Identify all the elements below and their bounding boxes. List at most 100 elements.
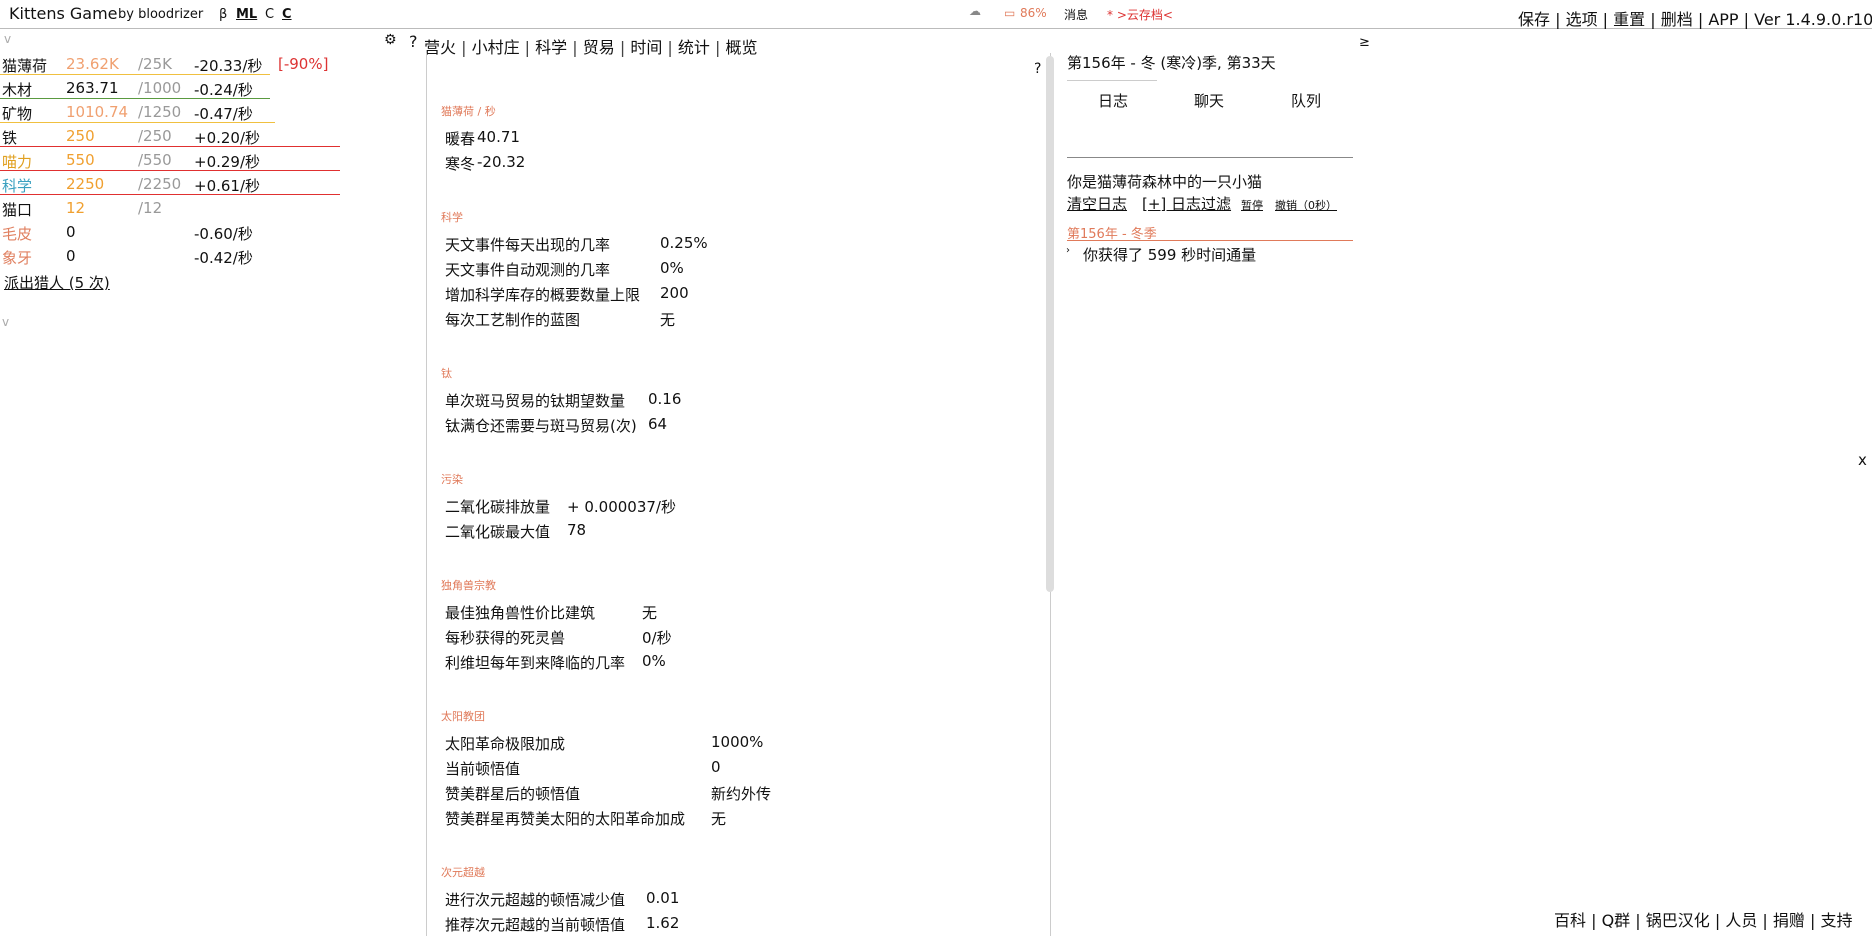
- beta-link[interactable]: β: [219, 7, 227, 22]
- clear-log-link[interactable]: 清空日志: [1067, 193, 1127, 214]
- donate-link[interactable]: 捐赠: [1773, 911, 1805, 930]
- stats-row-value: 64: [648, 415, 668, 433]
- stats-row-label: 赞美群星再赞美太阳的太阳革命加成: [445, 810, 686, 828]
- stats-row-value: + 0.000037/秒: [567, 498, 676, 516]
- ml-link[interactable]: ML: [236, 7, 257, 22]
- c-link-2[interactable]: C: [282, 7, 292, 22]
- stats-row-value: 0.16: [648, 390, 682, 408]
- resource-rate: -0.42/秒: [194, 249, 253, 267]
- resource-underline: [0, 146, 340, 147]
- resource-value: 0: [66, 223, 76, 241]
- cloud-save-link[interactable]: * >云存档<: [1107, 6, 1173, 23]
- tab-queue[interactable]: 队列: [1291, 90, 1321, 111]
- stats-row-label: 寒冬: [445, 155, 476, 173]
- undo-link[interactable]: 撤销（0秒）: [1275, 197, 1337, 213]
- resource-value: 23.62K: [66, 55, 119, 73]
- resource-max: /1250: [138, 103, 182, 121]
- calendar-date: 第156年 - 冬 (寒冷)季, 第33天: [1067, 54, 1276, 72]
- stats-section-title: 太阳教团: [441, 710, 485, 723]
- stats-row-value: 0%: [642, 652, 666, 670]
- resource-rate: -20.33/秒: [194, 57, 263, 75]
- resource-name: 铁: [2, 129, 18, 147]
- stats-row-value: 1.62: [646, 914, 680, 932]
- stats-section-title: 独角兽宗教: [441, 579, 496, 592]
- stats-row-label: 赞美群星后的顿悟值: [445, 785, 581, 803]
- stats-row-value: 200: [660, 284, 689, 302]
- resource-value: 250: [66, 127, 95, 145]
- log-bullet-icon: ›: [1066, 245, 1070, 256]
- footer-links: 百科 | Q群 | 锅巴汉化 | 人员 | 捐赠 | 支持: [1554, 911, 1853, 930]
- wiki-link[interactable]: 百科: [1554, 911, 1586, 930]
- support-link[interactable]: 支持: [1820, 911, 1852, 930]
- top-bar: Kittens Game by bloodrizer β ML C C ☁ ▭ …: [0, 0, 1872, 29]
- resource-value: 1010.74: [66, 103, 129, 121]
- wipe-link[interactable]: 删档: [1661, 10, 1693, 29]
- cloud-icon: ☁: [969, 4, 981, 18]
- log-divider: [1067, 157, 1353, 158]
- tab-chat[interactable]: 聊天: [1194, 90, 1224, 111]
- tab-log[interactable]: 日志: [1098, 90, 1128, 111]
- stats-row-label: 推荐次元超越的当前顿悟值: [445, 916, 626, 934]
- pause-link[interactable]: 暂停: [1241, 197, 1263, 213]
- settings-icon[interactable]: ⚙: [384, 32, 397, 48]
- stats-row-value: 新约外传: [711, 785, 772, 803]
- stats-row-label: 钛满仓还需要与斑马贸易(次): [445, 417, 637, 435]
- stats-row-value: 无: [660, 311, 676, 329]
- stats-row-label: 二氧化碳排放量: [445, 498, 551, 516]
- stats-row-value: 0: [711, 758, 721, 776]
- messages-link[interactable]: 消息: [1064, 6, 1088, 23]
- stats-section-title: 次元超越: [441, 866, 485, 879]
- options-link[interactable]: 选项: [1566, 10, 1598, 29]
- stats-row-value: 0%: [660, 259, 684, 277]
- resource-max: /12: [138, 199, 163, 217]
- stats-help-icon[interactable]: ?: [1034, 61, 1041, 77]
- stats-row-value: 78: [567, 521, 587, 539]
- app-title: Kittens Game: [9, 4, 118, 23]
- resource-name: 猫薄荷: [2, 57, 48, 75]
- resource-name: 毛皮: [2, 225, 33, 243]
- stats-row-label: 利维坦每年到来降临的几率: [445, 654, 626, 672]
- resource-name: 木材: [2, 81, 33, 99]
- app-link[interactable]: APP: [1708, 10, 1738, 29]
- stats-row-label: 增加科学库存的概要数量上限: [445, 286, 641, 304]
- stats-scrollbar[interactable]: [1046, 56, 1054, 592]
- close-button[interactable]: x: [1858, 451, 1867, 469]
- top-menu: 保存 | 选项 | 重置 | 删档 | APP | Ver 1.4.9.0.r1…: [1518, 6, 1872, 30]
- resources-collapse-icon[interactable]: v: [4, 32, 11, 46]
- craft-collapse-icon[interactable]: v: [2, 315, 9, 329]
- resource-underline: [0, 194, 340, 195]
- save-link[interactable]: 保存: [1518, 10, 1550, 29]
- resource-name: 科学: [2, 177, 33, 195]
- resource-value: 263.71: [66, 79, 119, 97]
- translation-link[interactable]: 锅巴汉化: [1646, 911, 1710, 930]
- resource-rate: +0.29/秒: [194, 153, 261, 171]
- stats-row-label: 暖春: [445, 130, 476, 148]
- version-label: Ver 1.4.9.0.r1037: [1754, 10, 1872, 29]
- app-author: by bloodrizer: [118, 7, 204, 22]
- log-header-underline: [1067, 240, 1353, 241]
- stats-row-label: 单次斑马贸易的钛期望数量: [445, 392, 626, 410]
- stats-row-label: 天文事件自动观测的几率: [445, 261, 611, 279]
- resource-percent: [-90%]: [278, 55, 329, 73]
- help-icon[interactable]: ?: [409, 32, 418, 51]
- send-hunters-button[interactable]: 派出猎人 (5 次): [4, 272, 110, 293]
- stats-row-value: 40.71: [477, 128, 520, 146]
- qq-group-link[interactable]: Q群: [1602, 911, 1631, 930]
- resource-rate: -0.24/秒: [194, 81, 253, 99]
- stats-row-value: -20.32: [477, 153, 526, 171]
- resource-rate: +0.20/秒: [194, 129, 261, 147]
- stats-row-label: 二氧化碳最大值: [445, 523, 551, 541]
- stats-row-label: 每次工艺制作的蓝图: [445, 311, 581, 329]
- stats-section-title: 污染: [441, 473, 463, 486]
- log-filter-link[interactable]: [+] 日志过滤: [1142, 193, 1231, 214]
- stats-row-label: 最佳独角兽性价比建筑: [445, 604, 596, 622]
- stats-row-value: 0/秒: [642, 629, 672, 647]
- credits-link[interactable]: 人员: [1725, 911, 1757, 930]
- date-divider: [1067, 80, 1157, 81]
- resource-name: 猫口: [2, 201, 33, 219]
- stats-section-title: 猫薄荷 / 秒: [441, 105, 496, 118]
- reset-link[interactable]: 重置: [1613, 10, 1645, 29]
- stats-row-label: 当前顿悟值: [445, 760, 521, 778]
- c-link-1[interactable]: C: [265, 7, 274, 22]
- collapse-right-icon[interactable]: ≥: [1359, 35, 1370, 50]
